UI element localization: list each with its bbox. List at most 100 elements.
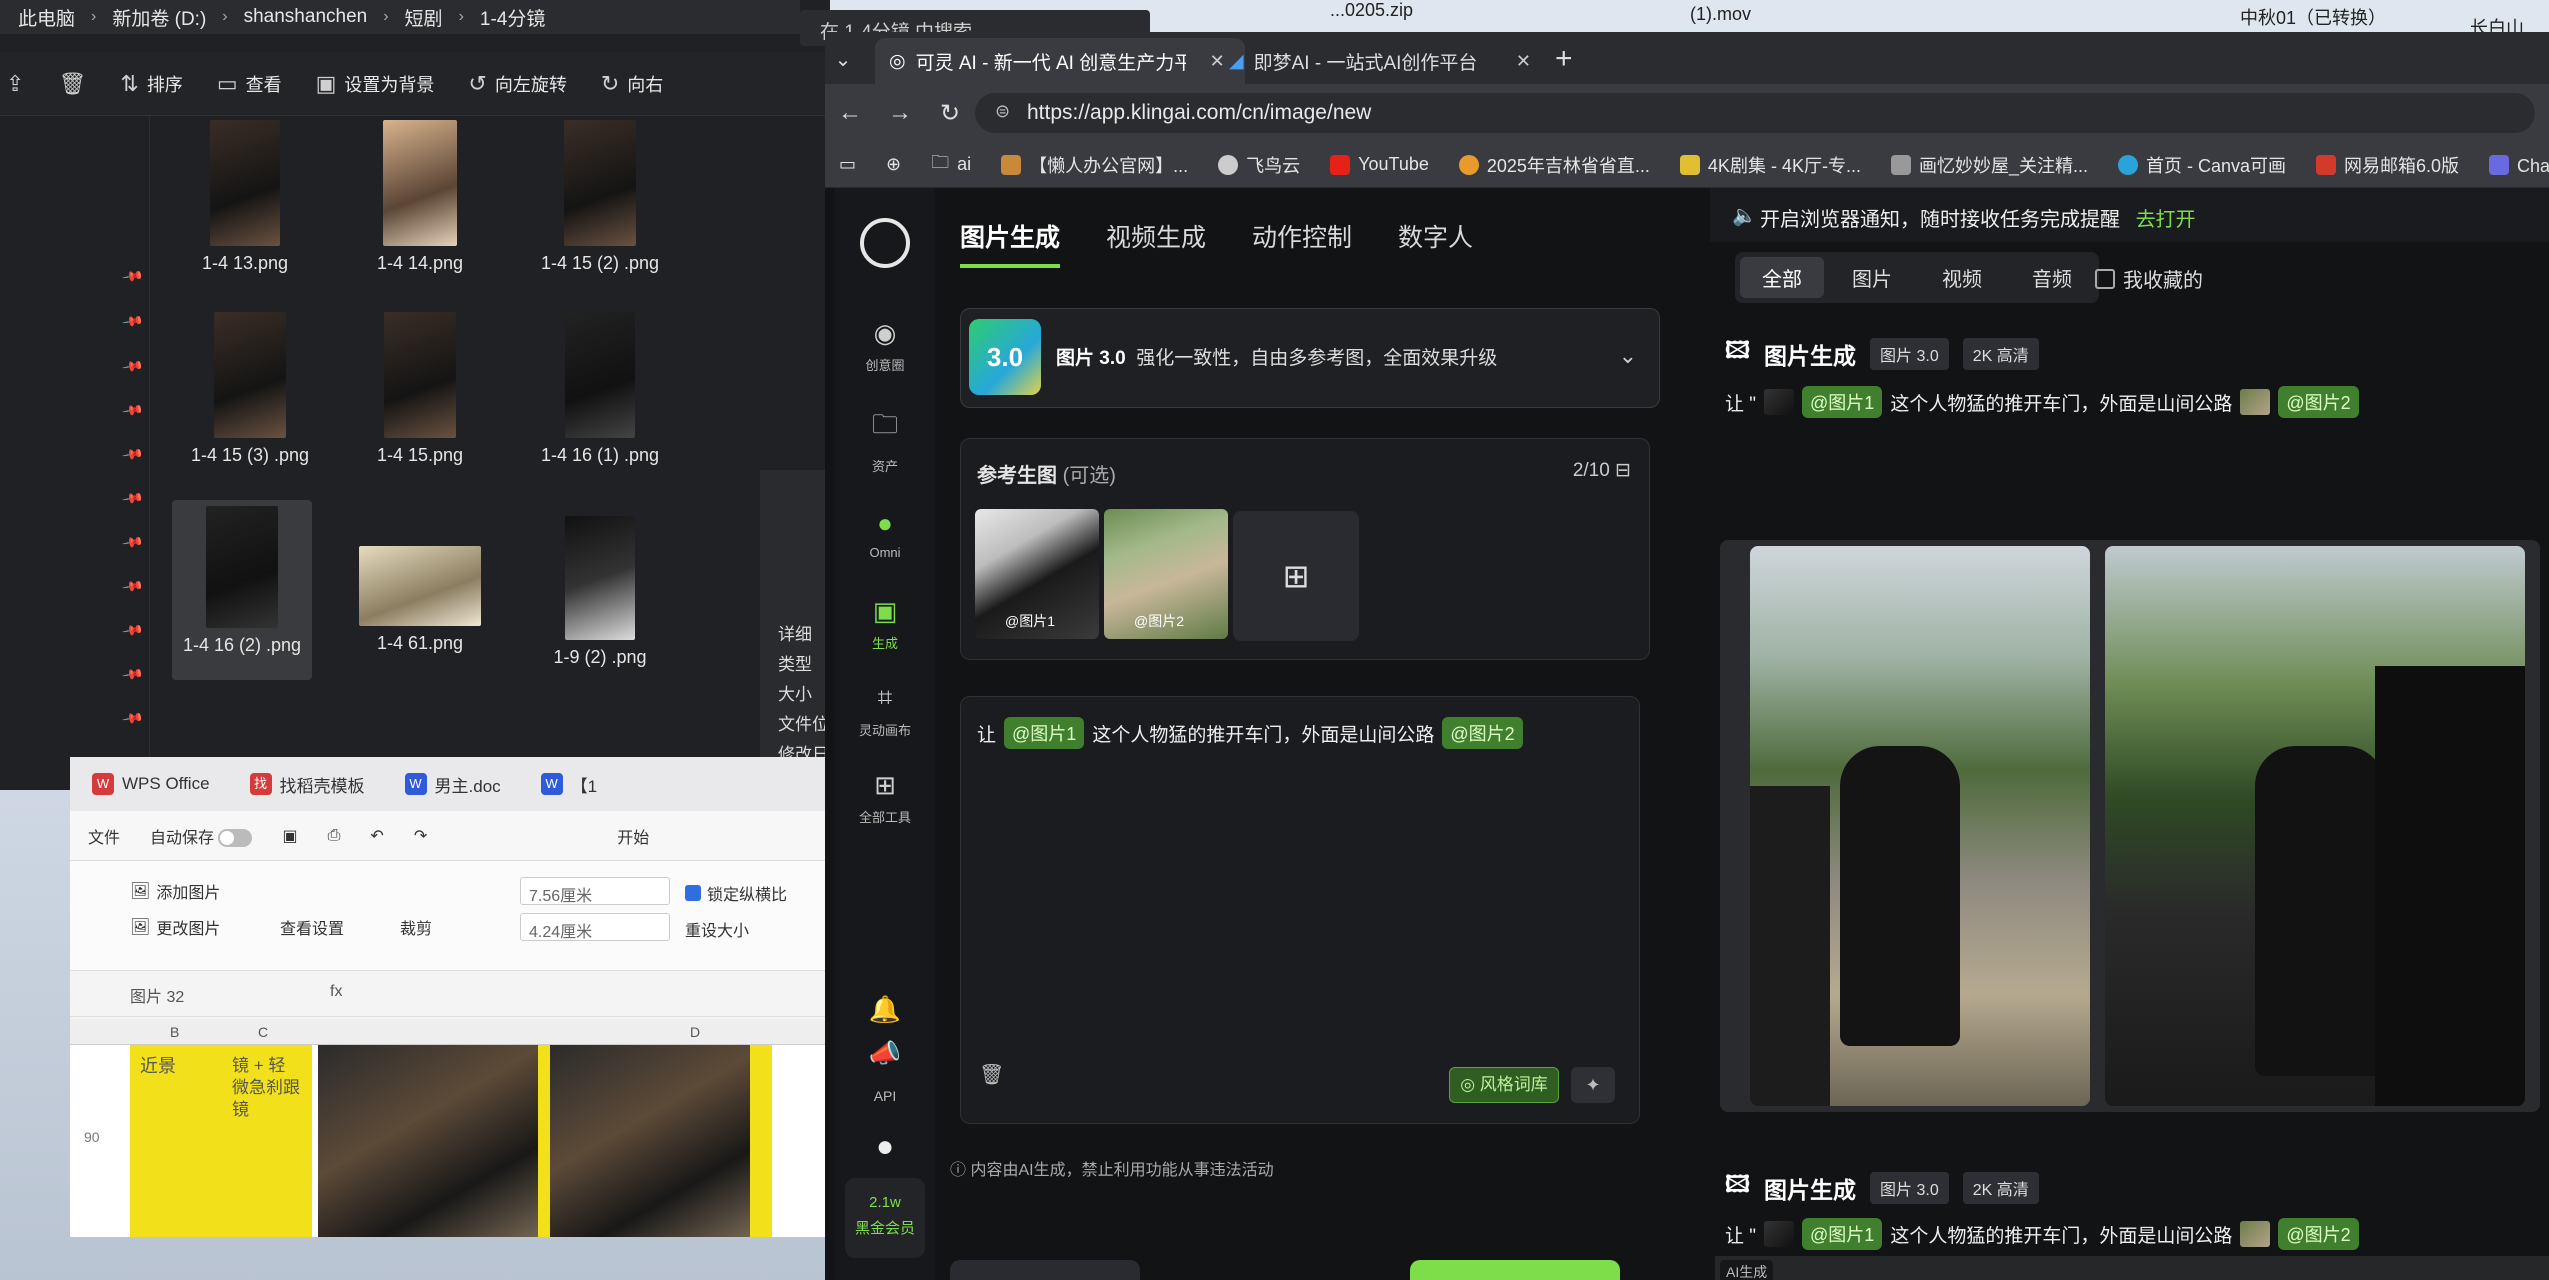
generated-image-1[interactable] — [1750, 546, 2090, 1106]
column-header[interactable]: C — [258, 1024, 268, 1040]
bookmark-item[interactable]: 4K剧集 - 4K厅-专... — [1679, 152, 1861, 178]
tab-search-chevron-icon[interactable]: ⌄ — [825, 42, 861, 78]
back-arrow-icon[interactable]: ← — [825, 99, 875, 127]
bookmark-tab-group-icon[interactable]: ▭ — [839, 154, 856, 175]
new-tab-plus-icon[interactable]: + — [1555, 42, 1573, 76]
name-box[interactable]: 图片 32 — [130, 983, 184, 1007]
tab-motion-control[interactable]: 动作控制 — [1252, 218, 1352, 268]
cell-image[interactable] — [550, 1045, 750, 1237]
announcement-button[interactable]: 📣 — [835, 1038, 935, 1075]
sort-button[interactable]: ⇅ 排序 — [120, 71, 182, 97]
bookmark-item[interactable]: 飞鸟云 — [1218, 152, 1300, 178]
breadcrumb-item[interactable]: 1-4分镜 — [480, 4, 545, 31]
style-library-button[interactable]: ◎ 风格词库 — [1449, 1067, 1559, 1103]
lock-ratio-checkbox[interactable]: 锁定纵横比 — [685, 881, 787, 905]
kling-logo-icon[interactable] — [860, 218, 910, 268]
file-thumbnail[interactable]: 1-4 15 (2) .png — [530, 120, 670, 274]
generated-image-2[interactable] — [2105, 546, 2525, 1106]
browser-tab-kling[interactable]: ◎ 可灵 AI - 新一代 AI 创意生产力平台 ✕ — [875, 38, 1245, 84]
bookmark-item[interactable]: YouTube — [1330, 154, 1429, 175]
mention-chip[interactable]: @图片2 — [1442, 717, 1523, 749]
rail-item-assets[interactable]: 🗀 资产 — [835, 406, 935, 475]
column-header[interactable]: D — [690, 1024, 700, 1040]
tab-video-generation[interactable]: 视频生成 — [1106, 218, 1206, 268]
user-avatar[interactable]: ● — [835, 1130, 935, 1170]
rail-item-generate[interactable]: ▣ 生成 — [835, 596, 935, 652]
crop-button[interactable]: 裁剪 — [400, 915, 432, 939]
favorites-checkbox[interactable]: 我收藏的 — [2095, 264, 2203, 293]
file-thumbnail[interactable]: 1-4 13.png — [180, 120, 310, 274]
notification-bell[interactable]: 🔔 — [835, 994, 935, 1031]
cell-c[interactable]: 镜 + 轻微急刹跟镜 — [222, 1045, 312, 1237]
wps-tab-home[interactable]: W WPS Office — [92, 773, 210, 795]
filter-all[interactable]: 全部 — [1740, 257, 1824, 298]
wps-tab-templates[interactable]: 找找稻壳模板 — [249, 772, 365, 797]
bookmark-globe-icon[interactable]: ⊕ — [886, 154, 901, 175]
reference-image-1[interactable]: @图片1 — [975, 509, 1099, 639]
prompt-input[interactable]: 让 @图片1 这个人物猛的推开车门，外面是山间公路 @图片2 🗑 ◎ 风格词库 … — [960, 696, 1640, 1124]
share-button[interactable]: ⇪ — [6, 71, 24, 97]
breadcrumb-item[interactable]: shanshanchen — [244, 6, 368, 28]
close-tab-icon[interactable]: ✕ — [1516, 51, 1531, 72]
undo-icon[interactable]: ↶ — [370, 826, 383, 846]
bookmark-item[interactable]: ChatGPT官 — [2489, 152, 2549, 178]
reference-image-2[interactable]: @图片2 — [1104, 509, 1228, 639]
cell-image[interactable] — [318, 1045, 538, 1237]
bookmark-item[interactable]: 首页 - Canva可画 — [2117, 152, 2286, 178]
set-background-button[interactable]: ▣ 设置为背景 — [316, 71, 435, 97]
column-header[interactable]: B — [170, 1024, 179, 1040]
file-thumbnail-selected[interactable]: 1-4 16 (2) .png — [172, 500, 312, 680]
rail-item-canvas[interactable]: ⌗ 灵动画布 — [835, 682, 935, 739]
reload-icon[interactable]: ↻ — [925, 99, 975, 128]
file-thumbnail[interactable]: 1-4 16 (1) .png — [530, 312, 670, 466]
file-menu[interactable]: 文件 — [88, 824, 120, 848]
bookmark-folder-ai[interactable]: 🗀 ai — [931, 150, 971, 180]
tab-digital-human[interactable]: 数字人 — [1398, 218, 1473, 268]
rail-item-omni[interactable]: ● Omni — [835, 508, 935, 560]
tab-image-generation[interactable]: 图片生成 — [960, 218, 1061, 268]
desktop-file-label[interactable]: ...0205.zip — [1330, 0, 1413, 21]
breadcrumb-item[interactable]: 新加卷 (D:) — [112, 4, 206, 31]
file-thumbnail[interactable]: 1-4 15.png — [355, 312, 485, 466]
bookmark-item[interactable]: 画忆妙妙屋_关注精... — [1890, 152, 2088, 178]
view-button[interactable]: ▭ 查看 — [217, 71, 282, 97]
filter-video[interactable]: 视频 — [1920, 257, 2004, 298]
rotate-right-button[interactable]: ↻ 向右 — [601, 71, 663, 97]
file-thumbnail[interactable]: 1-4 15 (3) .png — [180, 312, 320, 466]
api-link[interactable]: API — [835, 1088, 935, 1104]
delete-button[interactable]: 🗑 — [58, 71, 86, 97]
bookmark-item[interactable]: 【懒人办公官网】... — [1001, 152, 1188, 178]
image-width-input[interactable]: 7.56厘米 — [520, 877, 670, 905]
model-selector[interactable]: 3.0 图片 3.0 强化一致性，自由多参考图，全面效果升级 ⌄ — [960, 308, 1660, 408]
print-icon[interactable]: ⎙ — [328, 827, 341, 845]
image-height-input[interactable]: 4.24厘米 — [520, 913, 670, 941]
browser-tab-jimeng[interactable]: ◢ 即梦AI - 一站式AI创作平台 ✕ — [1215, 38, 1545, 84]
spreadsheet-area[interactable]: B C D 90 近景 镜 + 轻微急刹跟镜 — [70, 1019, 840, 1237]
navigation-pane[interactable]: 📌 📌 📌 📌 📌 📌 📌 📌 📌 📌 📌 — [0, 116, 150, 790]
filter-image[interactable]: 图片 — [1830, 257, 1914, 298]
add-reference-button[interactable]: ⊞ — [1233, 511, 1359, 641]
change-image-button[interactable]: 🖼 更改图片 — [130, 915, 220, 939]
site-info-icon[interactable]: ⊜ — [995, 101, 1010, 122]
settings-bar[interactable] — [950, 1260, 1140, 1280]
autosave-toggle[interactable]: 自动保存 — [150, 824, 253, 848]
rail-item-creative[interactable]: ◉ 创意圈 — [835, 318, 935, 374]
prompt-enhance-button[interactable]: ✦ — [1571, 1067, 1615, 1103]
breadcrumb-item[interactable]: 短剧 — [405, 4, 443, 31]
result-card-2[interactable] — [1715, 1256, 2549, 1280]
file-thumbnail[interactable]: 1-9 (2) .png — [530, 516, 670, 668]
reset-size-button[interactable]: 重设大小 — [685, 917, 749, 941]
redo-icon[interactable]: ↷ — [414, 826, 427, 846]
clear-prompt-trash-icon[interactable]: 🗑 — [979, 1062, 1004, 1087]
generate-button[interactable] — [1410, 1260, 1620, 1280]
start-tab[interactable]: 开始 — [617, 824, 649, 848]
desktop-file-label[interactable]: (1).mov — [1690, 4, 1751, 25]
mention-chip[interactable]: @图片1 — [1004, 717, 1085, 749]
breadcrumb-item[interactable]: 此电脑 — [18, 4, 75, 31]
file-thumbnail[interactable]: 1-4 61.png — [355, 546, 485, 654]
bookmark-item[interactable]: 网易邮箱6.0版 — [2316, 152, 2459, 178]
rotate-left-button[interactable]: ↺ 向左旋转 — [468, 71, 566, 97]
collection-icon[interactable]: ⊟ — [1615, 460, 1631, 481]
save-icon[interactable]: ▣ — [282, 826, 297, 846]
rail-item-all-tools[interactable]: ⊞ 全部工具 — [835, 770, 935, 826]
